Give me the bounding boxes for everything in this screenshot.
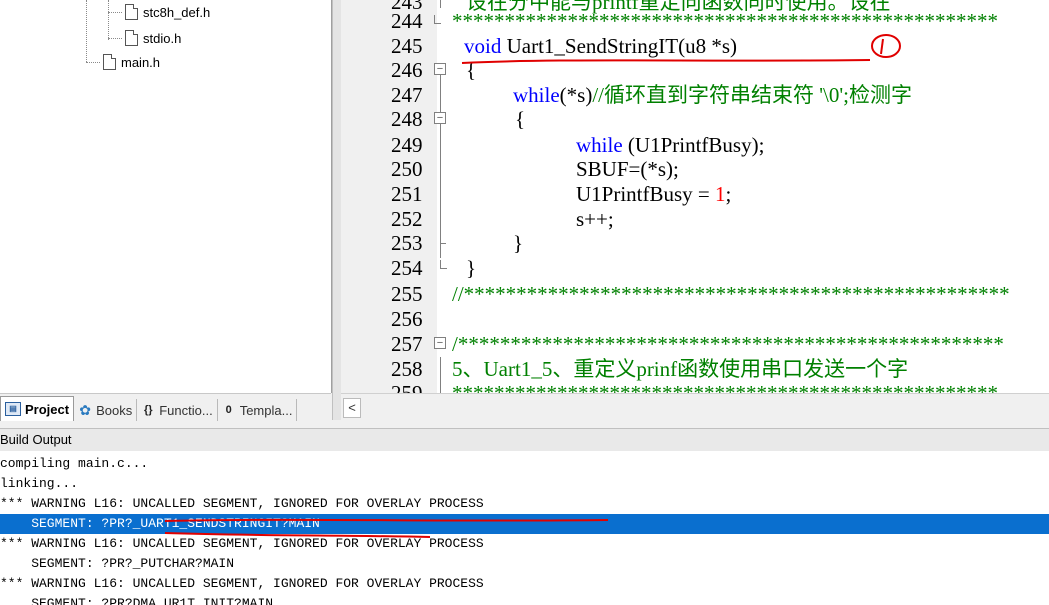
fold-end-marker xyxy=(440,237,446,244)
file-icon xyxy=(103,54,116,70)
line-number: 247 xyxy=(391,83,423,107)
line-number: 251 xyxy=(391,182,423,206)
code-line[interactable]: 258 5、Uart1_5、重定义prinf函数使用串口发送一个字 xyxy=(341,357,1049,381)
build-output-panel[interactable]: compiling main.c... linking... *** WARNI… xyxy=(0,451,1049,605)
fold-collapse-icon[interactable]: − xyxy=(434,337,446,349)
output-line[interactable]: *** WARNING L16: UNCALLED SEGMENT, IGNOR… xyxy=(0,574,1049,594)
code-line[interactable]: 244 ************************************… xyxy=(341,9,1049,33)
horizontal-scrollbar[interactable]: < xyxy=(341,393,1049,421)
line-number: 253 xyxy=(391,231,423,255)
code-editor[interactable]: 243 设在分中能与printf重定向函数同时使用。设在 244 *******… xyxy=(341,0,1049,393)
tree-item-label: stdio.h xyxy=(143,30,182,46)
project-tree: stc8h_def.h stdio.h main.h xyxy=(0,0,332,393)
tab-label: Functio... xyxy=(159,402,213,418)
tab-functions[interactable]: {} Functio... xyxy=(137,399,218,421)
tab-label: Templa... xyxy=(239,402,293,418)
code-line[interactable]: 250 SBUF=(*s); xyxy=(341,157,1049,181)
fold-collapse-icon[interactable]: − xyxy=(434,112,446,124)
code-text: { xyxy=(466,58,477,82)
project-icon: ▤ xyxy=(5,402,21,416)
code-comment: 5、Uart1_5、重定义prinf函数使用串口发送一个字 xyxy=(452,357,909,381)
build-output-title: Build Output xyxy=(0,432,72,447)
code-comment: //**************************************… xyxy=(452,282,1010,306)
line-number: 256 xyxy=(391,307,423,331)
functions-icon: {} xyxy=(143,404,153,416)
line-number: 249 xyxy=(391,133,423,157)
line-number: 245 xyxy=(391,34,423,58)
fold-end-marker xyxy=(434,15,441,24)
scroll-left-icon[interactable]: < xyxy=(343,398,361,418)
tab-label: Books xyxy=(96,402,133,418)
tab-templates[interactable]: 0 Templa... xyxy=(218,399,298,421)
output-line[interactable]: SEGMENT: ?PR?DMA_UR1T_INIT?MAIN xyxy=(0,594,1049,605)
code-comment: //循环直到字符串结束符 '\0';检测字 xyxy=(592,83,912,107)
code-line[interactable]: 248 − { xyxy=(341,107,1049,131)
code-line[interactable]: 257 − /*********************************… xyxy=(341,332,1049,356)
code-line[interactable]: 259 ************************************… xyxy=(341,381,1049,393)
code-text: ; xyxy=(725,182,732,206)
code-text: (*s) xyxy=(559,83,593,107)
line-number: 252 xyxy=(391,207,423,231)
keyword: while xyxy=(576,133,623,157)
code-line[interactable]: 254 } xyxy=(341,256,1049,280)
books-icon: ✿ xyxy=(79,402,91,418)
code-number: 1 xyxy=(715,182,726,206)
line-number: 254 xyxy=(391,256,423,280)
code-line[interactable]: 253 } xyxy=(341,231,1049,255)
line-number: 255 xyxy=(391,282,423,306)
code-text: (U1PrintfBusy); xyxy=(622,133,765,157)
output-line[interactable]: compiling main.c... xyxy=(0,454,1049,474)
output-line-selected[interactable]: SEGMENT: ?PR?_UART1_SENDSTRINGIT?MAIN xyxy=(0,514,1049,534)
file-icon xyxy=(125,4,138,20)
code-text: U1PrintfBusy = xyxy=(576,182,716,206)
tab-label: Project xyxy=(25,401,70,417)
code-text: } xyxy=(513,231,524,255)
code-line[interactable]: 256 xyxy=(341,307,1049,331)
line-number: 250 xyxy=(391,157,423,181)
code-text: Uart1_SendStringIT(u8 *s) xyxy=(501,34,737,58)
tree-item-label: main.h xyxy=(121,54,161,70)
line-number: 259 xyxy=(391,381,423,393)
code-text: SBUF=(*s); xyxy=(576,157,679,181)
code-line[interactable]: 247 while(*s)//循环直到字符串结束符 '\0';检测字 xyxy=(341,83,1049,107)
code-comment: ****************************************… xyxy=(452,381,998,393)
tree-item[interactable]: stc8h_def.h xyxy=(108,2,210,22)
file-icon xyxy=(125,30,138,46)
code-line[interactable]: 246 − { xyxy=(341,58,1049,82)
line-number: 258 xyxy=(391,357,423,381)
panel-tabs: ▤ Project ✿ Books {} Functio... 0 Templa… xyxy=(0,393,331,421)
tree-item[interactable]: main.h xyxy=(86,52,160,72)
keyword: while xyxy=(513,83,560,107)
tab-project[interactable]: ▤ Project xyxy=(0,396,75,421)
code-line[interactable]: 251 U1PrintfBusy = 1; xyxy=(341,182,1049,206)
code-text: { xyxy=(515,107,526,131)
code-line[interactable]: 252 s++; xyxy=(341,207,1049,231)
line-number: 257 xyxy=(391,332,423,356)
code-text: ****************************************… xyxy=(452,9,998,33)
code-line[interactable]: 255 //**********************************… xyxy=(341,282,1049,306)
output-line[interactable]: *** WARNING L16: UNCALLED SEGMENT, IGNOR… xyxy=(0,494,1049,514)
fold-collapse-icon[interactable]: − xyxy=(434,63,446,75)
line-number: 246 xyxy=(391,58,423,82)
tree-item-label: stc8h_def.h xyxy=(143,4,211,20)
line-number: 248 xyxy=(391,107,423,131)
tree-item[interactable]: stdio.h xyxy=(108,28,181,48)
code-comment: /***************************************… xyxy=(452,332,1004,356)
output-line[interactable]: SEGMENT: ?PR?_PUTCHAR?MAIN xyxy=(0,554,1049,574)
output-line[interactable]: linking... xyxy=(0,474,1049,494)
build-output-header: Build Output xyxy=(0,428,1049,452)
templates-icon: 0 xyxy=(225,404,232,416)
output-line[interactable]: *** WARNING L16: UNCALLED SEGMENT, IGNOR… xyxy=(0,534,1049,554)
code-line[interactable]: 245 void Uart1_SendStringIT(u8 *s) xyxy=(341,34,1049,58)
code-text: s++; xyxy=(576,207,614,231)
line-number: 244 xyxy=(391,9,423,33)
fold-end-marker xyxy=(440,260,447,269)
keyword: void xyxy=(464,34,502,58)
code-text: } xyxy=(466,256,477,280)
code-line[interactable]: 249 while (U1PrintfBusy); xyxy=(341,133,1049,157)
tab-books[interactable]: ✿ Books xyxy=(74,399,138,421)
